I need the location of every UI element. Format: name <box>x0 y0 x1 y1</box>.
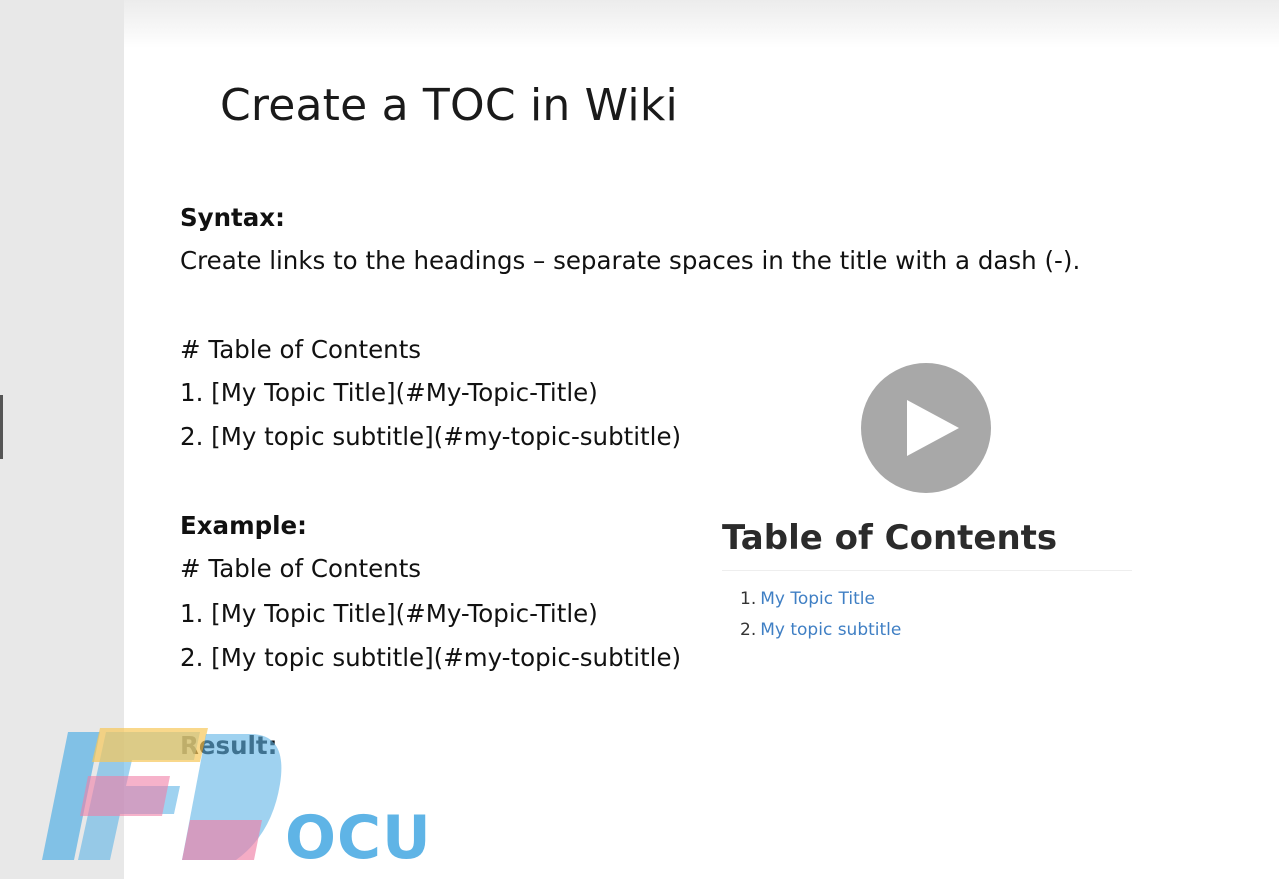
toc-link-my-topic-title[interactable]: My Topic Title <box>760 589 875 609</box>
left-panel-handle[interactable] <box>0 395 3 459</box>
example-line: 1. [My Topic Title](#My-Topic-Title) <box>180 599 598 628</box>
toc-item: 2. My topic subtitle <box>740 620 1132 640</box>
example-heading: Example: <box>180 511 307 540</box>
toc-item-number: 2. <box>740 620 757 640</box>
toc-item-number: 1. <box>740 589 757 609</box>
play-button[interactable] <box>861 363 991 493</box>
play-icon <box>907 400 959 456</box>
watermark-logo: OCU <box>40 724 440 874</box>
toc-title: Table of Contents <box>722 518 1058 558</box>
syntax-line: 1. [My Topic Title](#My-Topic-Title) <box>180 378 598 407</box>
toc-link-my-topic-subtitle[interactable]: My topic subtitle <box>760 620 901 640</box>
syntax-line: 2. [My topic subtitle](#my-topic-subtitl… <box>180 422 682 451</box>
example-line: # Table of Contents <box>180 554 422 583</box>
toc-list: 1. My Topic Title 2. My topic subtitle <box>740 589 1132 640</box>
slide-title: Create a TOC in Wiki <box>220 80 678 131</box>
watermark-text: OCU <box>285 803 432 873</box>
syntax-line: # Table of Contents <box>180 335 422 364</box>
toc-item: 1. My Topic Title <box>740 589 1132 609</box>
example-line: 2. [My topic subtitle](#my-topic-subtitl… <box>180 643 682 672</box>
toc-preview: Table of Contents 1. My Topic Title 2. My … <box>722 518 1132 651</box>
syntax-text: Create links to the headings – separate … <box>180 246 1081 275</box>
toc-divider <box>722 570 1132 571</box>
logo-mark-icon <box>42 728 282 860</box>
syntax-heading: Syntax: <box>180 203 285 232</box>
